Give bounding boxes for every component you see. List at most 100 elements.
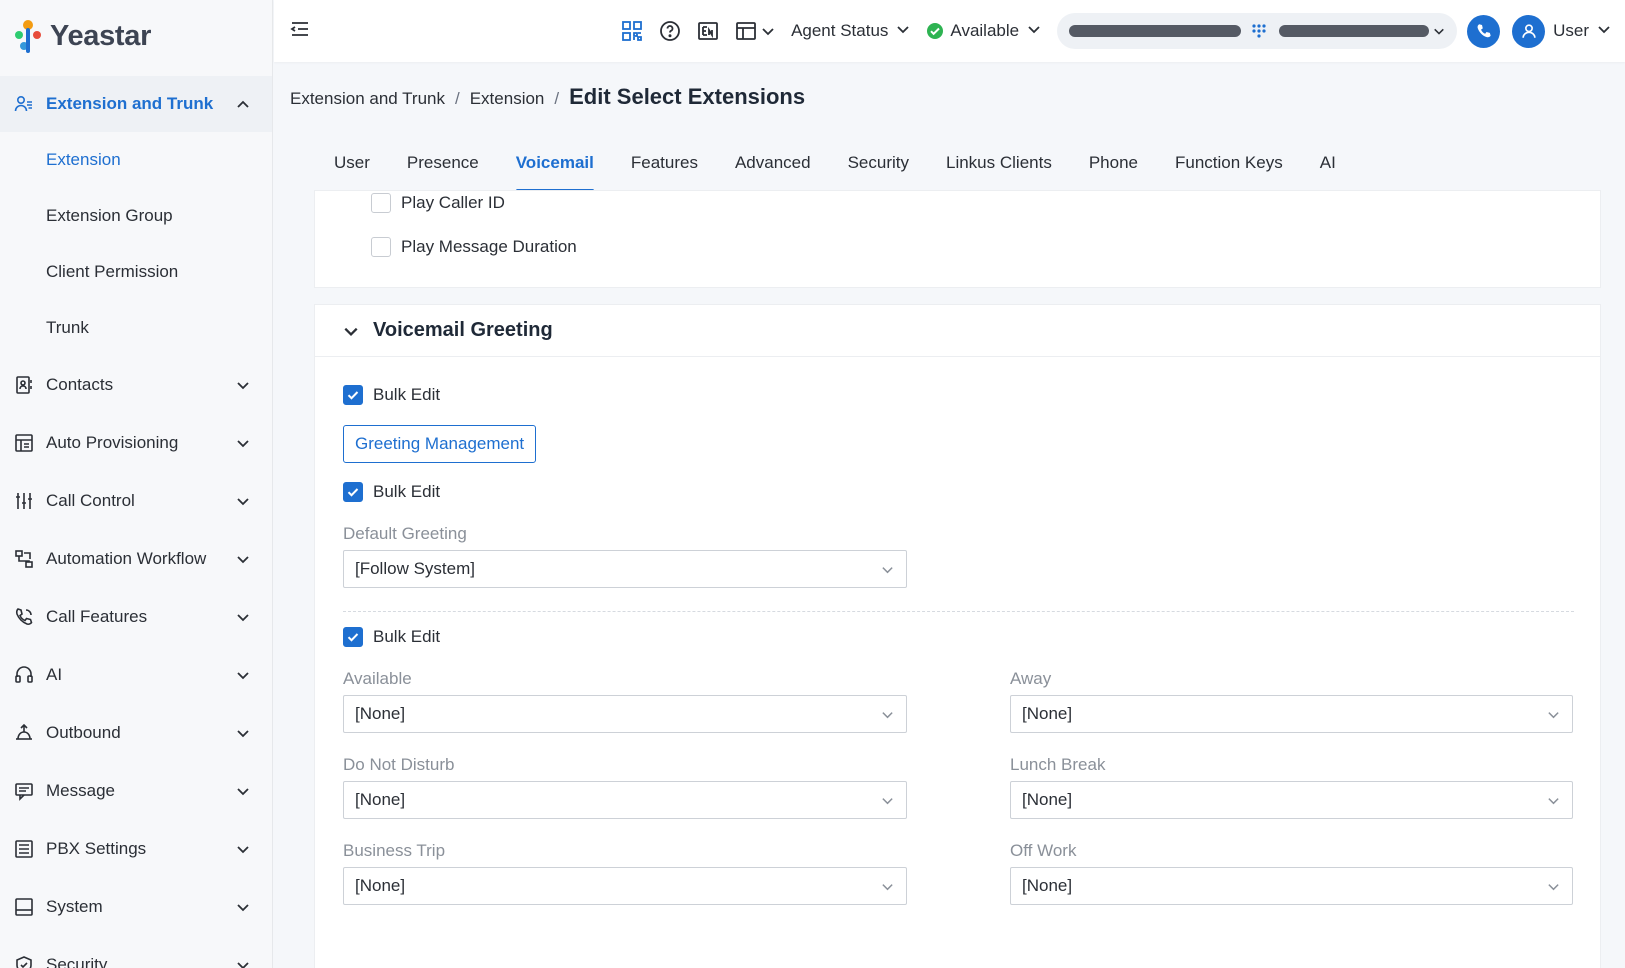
play-message-duration-option[interactable]: Play Message Duration: [371, 237, 577, 257]
language-icon[interactable]: [695, 18, 721, 44]
breadcrumb-extension-and-trunk[interactable]: Extension and Trunk: [290, 89, 445, 109]
business-trip-greeting-select[interactable]: [None]: [343, 867, 907, 905]
tab-voicemail[interactable]: Voicemail: [515, 146, 594, 192]
sidebar-group-message[interactable]: Message: [0, 762, 272, 820]
voicemail-greeting-card: Voicemail Greeting Bulk Edit Greeting Ma…: [314, 304, 1601, 968]
sidebar-group-pbx-settings[interactable]: PBX Settings: [0, 820, 272, 878]
redacted-text: [1069, 25, 1242, 37]
sidebar-group-label: Contacts: [46, 375, 114, 394]
do-not-disturb-greeting-select[interactable]: [None]: [343, 781, 907, 819]
menu-collapse-icon[interactable]: [288, 17, 312, 41]
bulk-edit-label: Bulk Edit: [373, 385, 441, 404]
voicemail-greeting-header[interactable]: Voicemail Greeting: [315, 305, 1600, 357]
redacted-text: [1279, 25, 1430, 37]
user-menu[interactable]: User: [1553, 21, 1611, 41]
tab-presence[interactable]: Presence: [407, 146, 479, 192]
bulk-edit-default-greeting[interactable]: Bulk Edit: [343, 482, 440, 502]
layout-icon[interactable]: [733, 18, 759, 44]
sidebar-group-label: PBX Settings: [46, 839, 147, 858]
lunch-break-greeting-select[interactable]: [None]: [1010, 781, 1573, 819]
sidebar-item-client-permission[interactable]: Client Permission: [0, 244, 272, 300]
off-work-greeting-select[interactable]: [None]: [1010, 867, 1573, 905]
sidebar-item-trunk[interactable]: Trunk: [0, 300, 272, 356]
contacts-icon: [14, 375, 34, 395]
dialpad-icon[interactable]: [1251, 23, 1267, 39]
logo[interactable]: Yeastar: [0, 0, 272, 72]
tab-user[interactable]: User: [334, 146, 370, 192]
tab-advanced[interactable]: Advanced: [735, 146, 811, 192]
headset-icon: [14, 665, 34, 685]
sidebar-group-label: Auto Provisioning: [46, 433, 179, 452]
tab-phone[interactable]: Phone: [1089, 146, 1138, 192]
sidebar-group-outbound[interactable]: Outbound: [0, 704, 272, 762]
sidebar-group-label: Call Features: [46, 607, 148, 626]
tab-security[interactable]: Security: [848, 146, 909, 192]
sidebar-group-extension-and-trunk[interactable]: Extension and Trunk: [0, 76, 272, 132]
sidebar-group-automation-workflow[interactable]: Automation Workflow: [0, 530, 272, 588]
bulk-edit-checkbox[interactable]: [343, 627, 363, 647]
bulk-edit-checkbox[interactable]: [343, 482, 363, 502]
chevron-down-icon: [236, 610, 250, 624]
tab-features[interactable]: Features: [631, 146, 698, 192]
avatar[interactable]: [1512, 14, 1546, 48]
away-greeting-value: [None]: [1022, 704, 1073, 723]
bulk-edit-greeting-management[interactable]: Bulk Edit: [343, 385, 440, 405]
chevron-down-icon: [1546, 793, 1560, 807]
sidebar-group-auto-provisioning[interactable]: Auto Provisioning: [0, 414, 272, 472]
greeting-management-button[interactable]: Greeting Management: [343, 425, 537, 463]
sidebar-item-extension[interactable]: Extension: [0, 132, 272, 188]
lunch-break-greeting-label: Lunch Break: [1010, 755, 1106, 774]
play-caller-id-checkbox[interactable]: [371, 193, 391, 213]
available-greeting-select[interactable]: [None]: [343, 695, 907, 733]
chevron-down-icon[interactable]: [1433, 25, 1445, 37]
sidebar-group-ai[interactable]: AI: [0, 646, 272, 704]
default-greeting-label: Default Greeting: [343, 524, 467, 543]
check-icon: [347, 391, 359, 400]
sidebar-group-call-control[interactable]: Call Control: [0, 472, 272, 530]
help-icon[interactable]: [657, 18, 683, 44]
user-icon: [1521, 24, 1536, 38]
chevron-down-icon: [1027, 21, 1041, 41]
play-caller-id-option[interactable]: Play Caller ID: [371, 193, 505, 213]
sidebar-item-extension-group[interactable]: Extension Group: [0, 188, 272, 244]
settings-list-icon: [14, 839, 34, 859]
available-greeting-label: Available: [343, 669, 412, 688]
divider: [343, 611, 1574, 612]
sidebar-group-label: AI: [46, 665, 63, 684]
chevron-down-icon: [236, 378, 250, 392]
tab-linkus-clients[interactable]: Linkus Clients: [946, 146, 1052, 192]
sliders-icon: [14, 491, 34, 511]
message-icon: [14, 781, 34, 801]
bulk-edit-label: Bulk Edit: [373, 627, 441, 646]
away-greeting-select[interactable]: [None]: [1010, 695, 1573, 733]
chevron-up-icon: [236, 97, 250, 111]
agent-status-label: Agent Status: [791, 21, 889, 40]
away-greeting-label: Away: [1010, 669, 1052, 688]
sidebar-group-contacts[interactable]: Contacts: [0, 356, 272, 414]
agent-status-dropdown[interactable]: Agent Status: [791, 21, 910, 41]
breadcrumb: Extension and Trunk / Extension / Edit S…: [290, 84, 805, 110]
chevron-down-icon: [236, 494, 250, 508]
check-icon: [347, 633, 359, 642]
call-button[interactable]: [1467, 14, 1501, 48]
section-title: Voicemail Greeting: [373, 319, 553, 341]
bulk-edit-checkbox[interactable]: [343, 385, 363, 405]
sidebar-group-label: Security: [46, 955, 108, 968]
sidebar-group-call-features[interactable]: Call Features: [0, 588, 272, 646]
bulk-edit-presence-greetings[interactable]: Bulk Edit: [343, 627, 440, 647]
chevron-down-icon: [236, 842, 250, 856]
tab-ai[interactable]: AI: [1320, 146, 1336, 192]
sidebar-group-security[interactable]: Security: [0, 936, 272, 968]
default-greeting-select[interactable]: [Follow System]: [343, 550, 907, 588]
tab-function-keys[interactable]: Function Keys: [1175, 146, 1283, 192]
chevron-down-icon[interactable]: [761, 18, 775, 44]
sidebar-group-system[interactable]: System: [0, 878, 272, 936]
play-message-duration-checkbox[interactable]: [371, 237, 391, 257]
do-not-disturb-greeting-value: [None]: [355, 790, 406, 809]
breadcrumb-extension[interactable]: Extension: [470, 89, 545, 109]
extension-info-pill[interactable]: [1057, 13, 1458, 49]
play-message-duration-label: Play Message Duration: [401, 237, 577, 256]
qr-code-icon[interactable]: [619, 18, 645, 44]
phone-icon: [14, 607, 34, 627]
presence-dropdown[interactable]: Available: [926, 21, 1041, 41]
